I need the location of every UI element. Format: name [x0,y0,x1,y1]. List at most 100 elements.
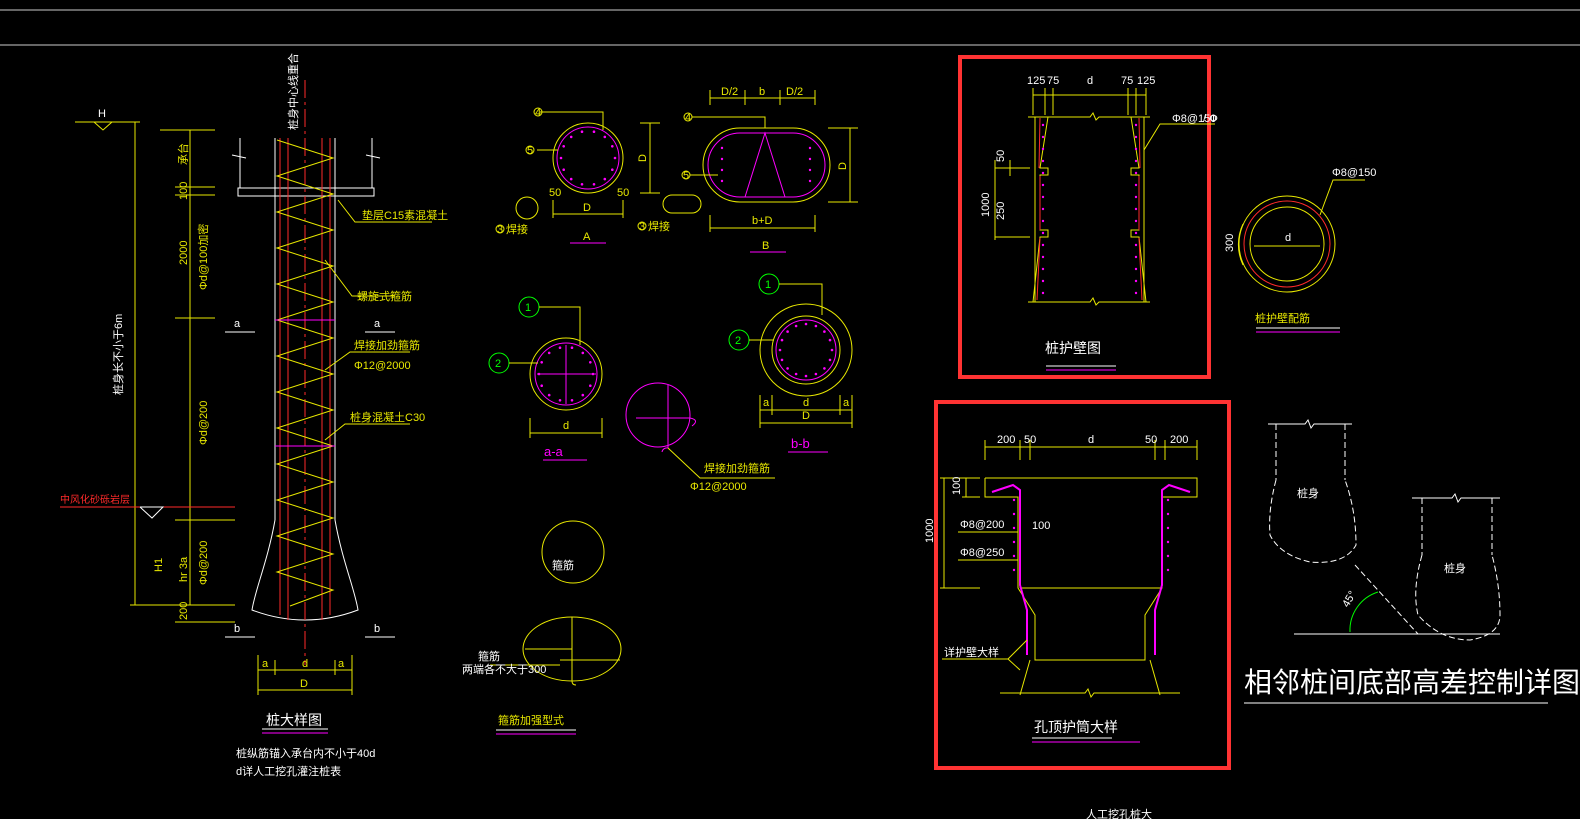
rebar-dot [720,146,724,150]
weld-ring-label: 焊接加劲箍筋 [704,461,770,475]
rebar-dot [1012,554,1016,558]
rebar-dot [558,399,562,402]
dim-2000: 2000 [178,241,190,265]
dim-D-B-vert: D [837,162,849,170]
collar-dim-d: d [1088,434,1094,446]
rebar-dot [1134,159,1138,163]
dim-D-bb: D [802,410,810,422]
dim-D-main: D [300,678,308,690]
pile-main-text: H 桩身长不小于6m 桩身中心线重合 承台 100 2000 Φd@100加密 … [60,53,448,778]
rebar-dot [558,346,562,350]
cad-drawing-canvas[interactable]: H 桩身长不小于6m 桩身中心线重合 承台 100 2000 Φd@100加密 … [0,0,1580,819]
stirrup-types [490,520,622,735]
section-a-right: a [374,318,381,330]
rebar-dot [1012,568,1016,572]
stirrup-oval-label: 箍筋 [478,649,500,663]
section-A-dots [559,130,617,186]
collar-wall-label: 详护壁大样 [944,645,999,659]
wall-rebar-title: 桩护壁配筋 [1255,311,1310,325]
stirrup-text: 箍筋 箍筋 两端各不大于300 箍筋加强型式 [462,558,574,727]
rebar-dot [1166,498,1170,502]
collar-detail [940,440,1198,743]
rebar-dot [540,361,543,364]
rebar-dot [570,346,574,350]
wall-dim-1000: 1000 [980,193,992,217]
section-b-left: b [234,623,240,635]
rebar-dot [720,179,724,183]
rebar-dot [808,146,812,150]
section-a-left: a [234,318,241,330]
label-B: B [762,240,769,252]
highlight-box-collar [934,400,1231,770]
section-aa [488,296,603,461]
elev-h-label: H [98,108,106,120]
rebar-dot [808,179,812,183]
rebar-dot [1166,568,1170,572]
rebar-dot [814,324,818,328]
collar-dim-100: 100 [951,477,963,495]
rebar-dot [592,130,596,133]
rebar-dot [1041,135,1045,139]
section-B-dots [720,146,812,183]
rebar-dot [1041,279,1045,283]
dim-50a: 50 [549,187,561,199]
rebar-dot [823,330,826,333]
concrete-label: 桩身混凝土C30 [350,410,425,424]
rebar-dot [1041,255,1045,259]
marker-5a: 5 [527,145,533,157]
wall-dim-125a: 125 [1027,75,1045,87]
rebar-dot [1041,291,1045,295]
rebar-dot [580,183,584,186]
rebar-dot [786,367,789,370]
wall-detail-dots [1041,123,1138,295]
cap-label: 承台 [176,143,190,165]
dim-100: 100 [178,182,190,200]
rebar-dot [611,168,614,171]
main-title: 桩大样图 [266,712,322,729]
rebar-dot [540,384,543,388]
dim-D2b: D/2 [786,86,803,98]
rebar-dot [1012,512,1016,516]
section-bb [728,273,853,453]
rebar-dot [1134,195,1138,199]
rebar-dot [569,177,573,181]
pile-length-label: 桩身长不小于6m [111,314,125,395]
collar-title: 孔顶护筒大样 [1034,719,1118,736]
rebar-dot [794,372,798,376]
rebar-dot [804,322,808,326]
rebar-dot [1166,526,1170,530]
rebar-dot [786,330,789,333]
marker-3b: 3 [639,221,645,233]
wall-dim-125b: 125 [1137,75,1155,87]
rebar-dot [1041,171,1045,175]
label-aa: a-a [544,444,564,459]
marker-2a: 2 [495,358,501,370]
bottom-partial-text: 人工挖孔桩大 [1086,807,1152,819]
adjacent-title: 相邻桩间底部高差控制详图 [1244,666,1580,699]
wall-dim-d: d [1087,75,1093,87]
dim-hr: hr 3a [178,556,190,582]
collar-dim-100b: 100 [1032,520,1050,532]
wall-rebar-plan [1237,179,1365,333]
dim-a1-bb: a [763,397,770,409]
rebar-dot [1134,219,1138,223]
label-bb: b-b [791,436,810,451]
rebar-dot [778,348,782,352]
main-note-2: d详人工挖孔灌注桩表 [236,764,341,778]
collar-rebar-2: Φ8@250 [960,547,1004,559]
stirrup-lap-label: 两端各不大于300 [462,662,546,676]
rebar-dot [828,358,832,362]
rebar-dot [1041,231,1045,235]
rebar-dot [547,351,551,355]
dim-50b: 50 [617,187,629,199]
dim-bD: b+D [752,215,773,227]
rebar-dot [1012,526,1016,530]
marker-4a: 4 [535,107,541,119]
rebar-dot [1134,171,1138,175]
marker-3a: 3 [497,224,503,236]
rebar-dot [589,361,592,364]
dim-D-A-vert: D [637,154,649,162]
rebar-dot [780,338,784,342]
dim-D-A: D [583,202,591,214]
adjacent-pile-1: 桩身 [1297,486,1319,500]
